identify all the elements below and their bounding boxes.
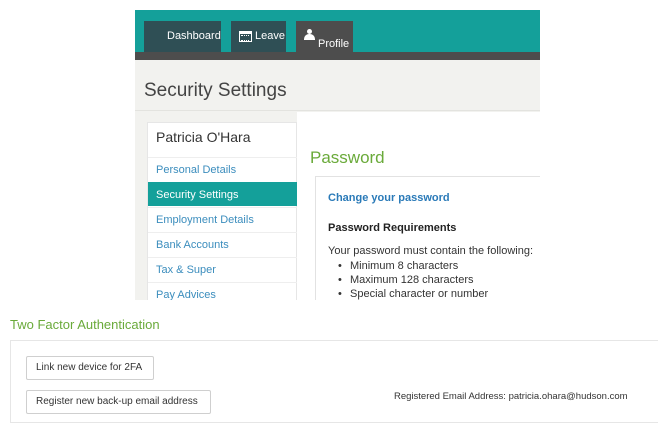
- tab-leave[interactable]: Leave: [231, 21, 286, 52]
- navbar-underline: [135, 52, 540, 60]
- sidebar-item-personal-details[interactable]: Personal Details: [148, 157, 298, 181]
- password-card: Change your password Password Requiremen…: [315, 176, 540, 300]
- password-requirements-list: Minimum 8 characters Maximum 128 charact…: [338, 259, 488, 300]
- page-divider: [135, 110, 540, 111]
- calendar-icon: [239, 31, 252, 42]
- password-requirements-heading: Password Requirements: [328, 222, 457, 234]
- app-window: Dashboard Leave Profile Security Setting…: [135, 10, 540, 300]
- sidebar-item-employment-details[interactable]: Employment Details: [148, 207, 298, 231]
- link-2fa-device-button[interactable]: Link new device for 2FA: [26, 356, 154, 380]
- two-factor-title: Two Factor Authentication: [10, 317, 160, 332]
- password-title: Password: [310, 148, 385, 167]
- top-navbar: Dashboard Leave Profile: [135, 10, 540, 60]
- list-item: Minimum 8 characters: [338, 259, 488, 273]
- tab-dashboard-label: Dashboard: [167, 30, 221, 42]
- user-icon: [304, 29, 315, 40]
- password-content: Password Change your password Password R…: [297, 112, 540, 300]
- change-password-link[interactable]: Change your password: [328, 192, 450, 204]
- sidebar-item-bank-accounts[interactable]: Bank Accounts: [148, 232, 298, 256]
- registered-email-text: Registered Email Address: patricia.ohara…: [394, 391, 628, 402]
- profile-sidebar: Patricia O'Hara Personal Details Securit…: [147, 122, 298, 300]
- sidebar-item-pay-advices[interactable]: Pay Advices: [148, 282, 298, 300]
- password-requirements-intro: Your password must contain the following…: [328, 245, 534, 257]
- sidebar-item-security-settings[interactable]: Security Settings: [148, 182, 298, 206]
- sidebar-item-tax-super[interactable]: Tax & Super: [148, 257, 298, 281]
- tab-dashboard[interactable]: Dashboard: [144, 21, 221, 52]
- tab-leave-label: Leave: [255, 30, 285, 42]
- register-backup-email-button[interactable]: Register new back-up email address: [26, 390, 211, 414]
- page-title: Security Settings: [144, 80, 287, 101]
- list-item: Special character or number: [338, 287, 488, 300]
- list-item: Maximum 128 characters: [338, 273, 488, 287]
- employee-name: Patricia O'Hara: [156, 129, 251, 145]
- dashboard-grid-icon: [152, 32, 164, 41]
